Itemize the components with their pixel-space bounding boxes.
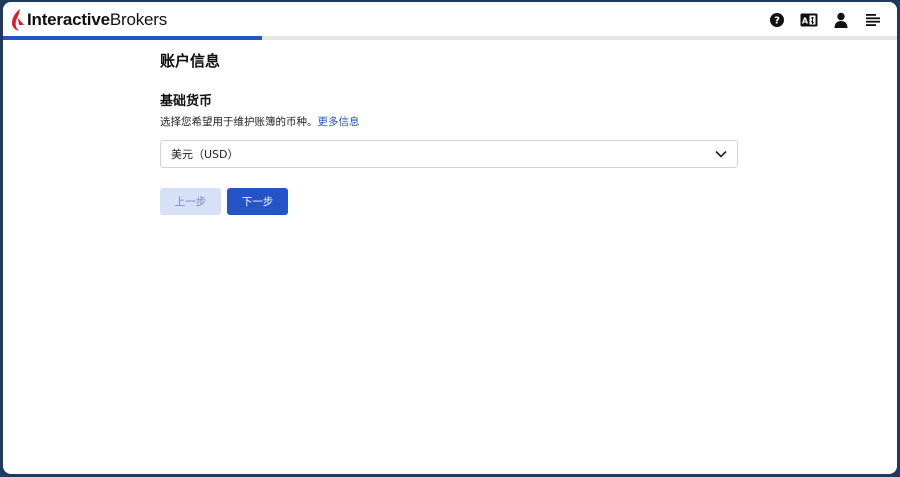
currency-select-value: 美元（USD） [171, 148, 239, 161]
logo-text-bold: Interactive [27, 10, 110, 29]
section-description: 选择您希望用于维护账簿的币种。更多信息 [160, 114, 740, 130]
svg-text:?: ? [774, 16, 780, 27]
description-text: 选择您希望用于维护账簿的币种。 [160, 116, 318, 128]
next-step-button[interactable]: 下一步 [227, 188, 288, 215]
user-icon[interactable] [831, 10, 851, 30]
top-header: InteractiveBrokers ? A [3, 2, 897, 36]
logo-mark-icon [12, 9, 24, 31]
section-title-base-currency: 基础货币 [160, 94, 213, 109]
page-title: 账户信息 [160, 52, 221, 70]
header-icons: ? A [767, 10, 883, 30]
previous-step-button[interactable]: 上一步 [160, 188, 221, 215]
nav-buttons: 上一步 下一步 [160, 188, 740, 215]
logo-text-regular: Brokers [109, 10, 168, 29]
svg-text:A: A [802, 17, 809, 26]
logo-text: InteractiveBrokers [27, 10, 167, 30]
language-icon[interactable]: A [799, 10, 819, 30]
interactive-brokers-logo[interactable]: InteractiveBrokers [11, 8, 167, 32]
help-icon[interactable]: ? [767, 10, 787, 30]
chevron-down-icon [715, 150, 727, 158]
main-content: 账户信息 基础货币 选择您希望用于维护账簿的币种。更多信息 美元（USD） 上一… [160, 40, 740, 215]
currency-select[interactable]: 美元（USD） [160, 140, 738, 168]
more-info-link[interactable]: 更多信息 [318, 116, 360, 128]
menu-icon[interactable] [863, 10, 883, 30]
app-window: InteractiveBrokers ? A 账户信息 基础货币 选择您希望用于… [3, 2, 897, 474]
